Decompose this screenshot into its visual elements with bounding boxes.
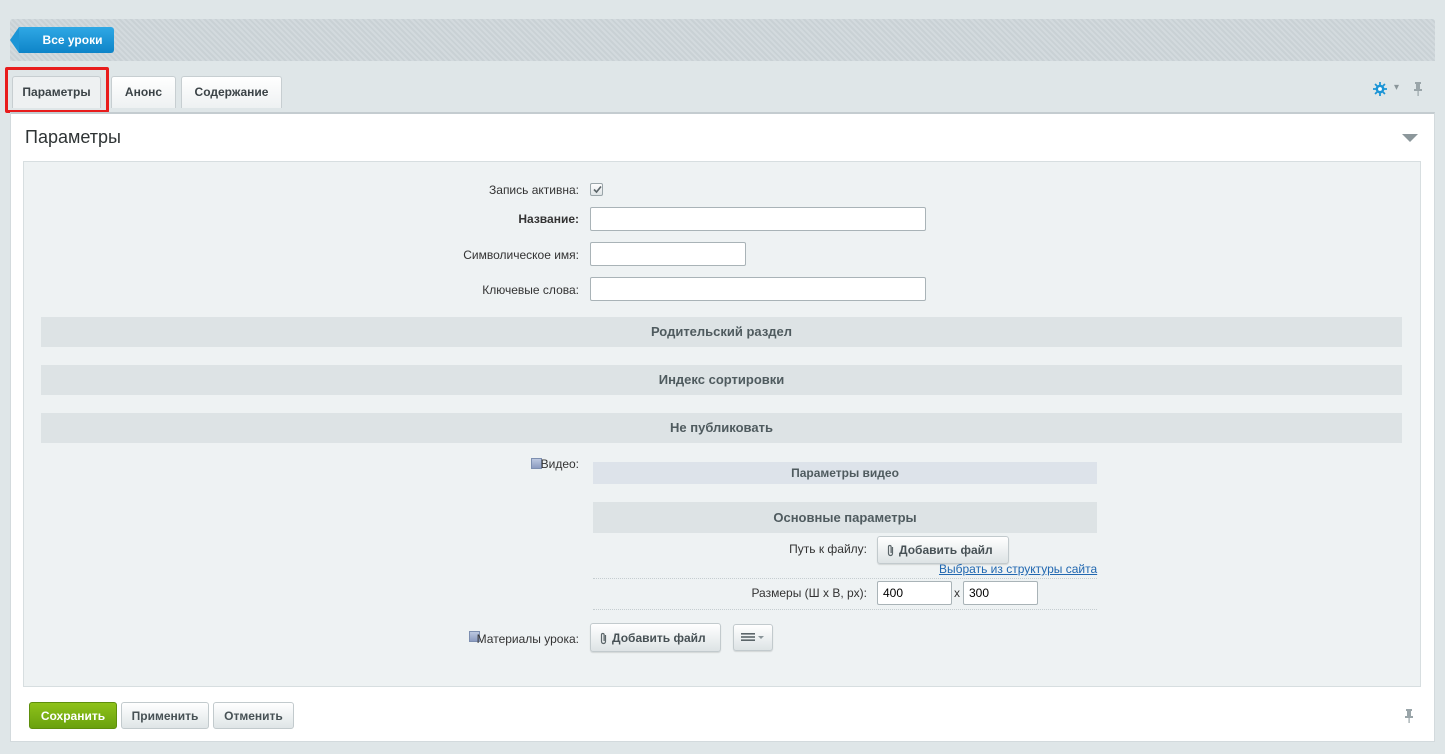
materials-menu-button[interactable] (733, 624, 773, 651)
check-icon (593, 185, 602, 194)
hamburger-icon (741, 633, 764, 641)
tab-bar: Параметры Анонс Содержание ▾ (5, 67, 1435, 113)
gear-icon[interactable] (1373, 82, 1387, 96)
pin-icon[interactable] (1411, 81, 1425, 97)
size-separator: x (954, 586, 960, 600)
panel-title: Параметры (25, 127, 121, 147)
chevron-down-icon[interactable]: ▾ (1394, 82, 1399, 93)
keywords-input[interactable] (590, 277, 926, 301)
section-sort[interactable]: Индекс сортировки (41, 365, 1402, 395)
apply-button[interactable]: Применить (121, 702, 209, 729)
tab-content[interactable]: Содержание (181, 76, 282, 108)
pin-icon[interactable] (1402, 708, 1416, 724)
tab-parameters[interactable]: Параметры (12, 76, 101, 108)
code-input[interactable] (590, 242, 746, 266)
main-params-header: Основные параметры (593, 502, 1097, 533)
height-input[interactable] (963, 581, 1038, 605)
materials-add-file-button[interactable]: Добавить файл (590, 623, 721, 652)
cancel-button[interactable]: Отменить (213, 702, 294, 729)
materials-add-file-label: Добавить файл (612, 630, 706, 645)
section-unpublish[interactable]: Не публиковать (41, 413, 1402, 443)
top-toolbar: Все уроки (10, 19, 1435, 61)
keywords-label: Ключевые слова: (482, 283, 579, 297)
form-area: Запись активна: Название: Символическое … (23, 161, 1421, 687)
triangle-down-icon[interactable] (1402, 134, 1418, 142)
paperclip-icon (600, 632, 607, 644)
parameters-panel: Параметры Запись активна: Название: Симв… (10, 112, 1435, 742)
video-add-file-label: Добавить файл (899, 543, 993, 557)
save-button[interactable]: Сохранить (29, 702, 117, 729)
active-checkbox[interactable] (590, 183, 603, 196)
divider (593, 609, 1097, 610)
section-parent[interactable]: Родительский раздел (41, 317, 1402, 347)
paperclip-icon (887, 545, 894, 557)
video-add-file-button[interactable]: Добавить файл (877, 536, 1009, 564)
name-label: Название: (518, 212, 579, 226)
video-label: Видео: (540, 457, 579, 471)
code-label: Символическое имя: (463, 248, 579, 262)
size-label: Размеры (Ш х В, px): (751, 586, 867, 600)
choose-from-site-link[interactable]: Выбрать из структуры сайта (939, 562, 1097, 576)
video-params-header: Параметры видео (593, 462, 1097, 484)
all-lessons-button[interactable]: Все уроки (10, 27, 114, 53)
materials-label: Материалы урока: (476, 632, 579, 646)
active-label: Запись активна: (489, 183, 579, 197)
name-input[interactable] (590, 207, 926, 231)
file-path-label: Путь к файлу: (789, 542, 867, 556)
divider (593, 578, 1097, 579)
tab-announce[interactable]: Анонс (111, 76, 176, 108)
width-input[interactable] (877, 581, 952, 605)
